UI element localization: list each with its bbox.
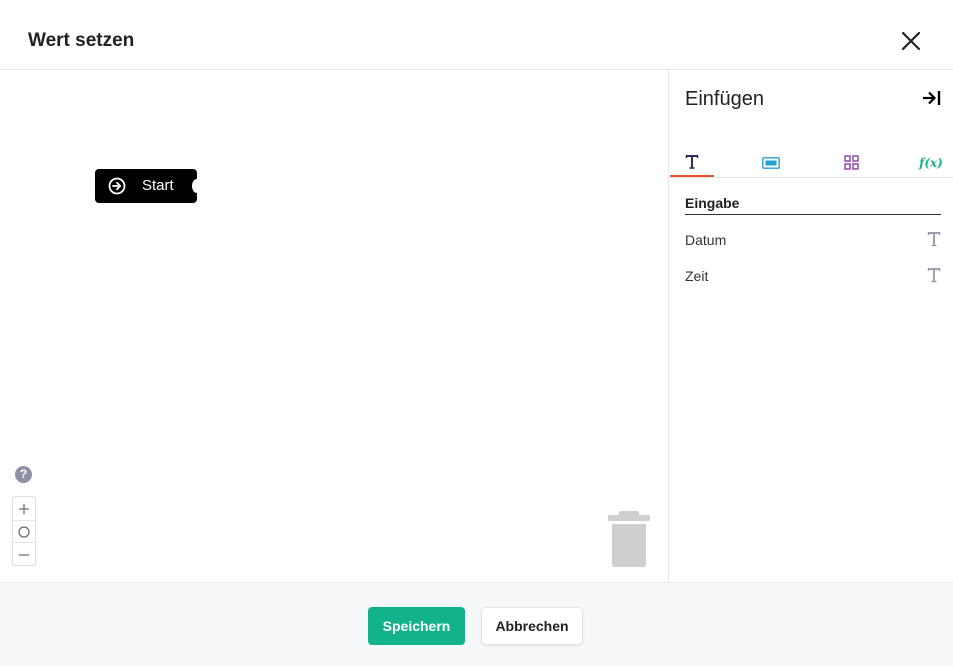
grid-icon — [843, 155, 859, 170]
block-connector-notch — [192, 179, 202, 193]
section-header-eingabe: Eingabe — [685, 195, 941, 215]
arrow-circle-right-icon — [108, 177, 126, 195]
list-item-label: Zeit — [685, 268, 709, 284]
tab-text[interactable] — [670, 148, 714, 177]
list-item-label: Datum — [685, 232, 727, 248]
trash-icon — [608, 511, 650, 567]
circle-icon — [18, 525, 30, 538]
zoom-reset-button[interactable] — [13, 520, 35, 543]
sidebar-title: Einfügen — [685, 88, 764, 110]
insert-sidebar: Einfügen f(x) Eingabe Datum Zeit — [668, 70, 953, 582]
dialog-header: Wert setzen — [0, 0, 953, 70]
ab-field-icon — [762, 156, 780, 169]
help-icon: ? — [19, 467, 28, 481]
dialog-footer: Speichern Abbrechen — [0, 582, 953, 666]
list-item-zeit[interactable]: Zeit — [685, 264, 941, 290]
zoom-controls — [12, 496, 36, 566]
start-block-label: Start — [142, 177, 174, 194]
plus-icon — [19, 503, 29, 514]
tab-functions[interactable]: f(x) — [909, 148, 953, 177]
tab-components[interactable] — [829, 148, 873, 177]
list-item-datum[interactable]: Datum — [685, 228, 941, 254]
close-button[interactable] — [897, 27, 925, 55]
trash-can[interactable] — [606, 511, 652, 569]
zoom-in-button[interactable] — [13, 497, 35, 520]
minus-icon — [19, 553, 29, 556]
close-icon — [901, 31, 921, 51]
zoom-out-button[interactable] — [13, 543, 35, 566]
block-workspace[interactable]: Start ? — [0, 70, 668, 582]
help-button[interactable]: ? — [15, 466, 32, 483]
text-type-icon — [927, 268, 941, 283]
save-button[interactable]: Speichern — [368, 607, 465, 645]
function-icon: f(x) — [919, 155, 943, 170]
dialog-title: Wert setzen — [28, 30, 135, 51]
start-block[interactable]: Start — [95, 169, 202, 203]
text-type-icon — [685, 155, 699, 169]
arrow-to-right-icon — [923, 91, 941, 105]
collapse-sidebar-button[interactable] — [921, 88, 943, 108]
cancel-button[interactable]: Abbrechen — [481, 607, 583, 645]
sidebar-tabs: f(x) — [669, 148, 953, 178]
text-type-icon — [927, 232, 941, 247]
tab-fields[interactable] — [749, 148, 793, 177]
